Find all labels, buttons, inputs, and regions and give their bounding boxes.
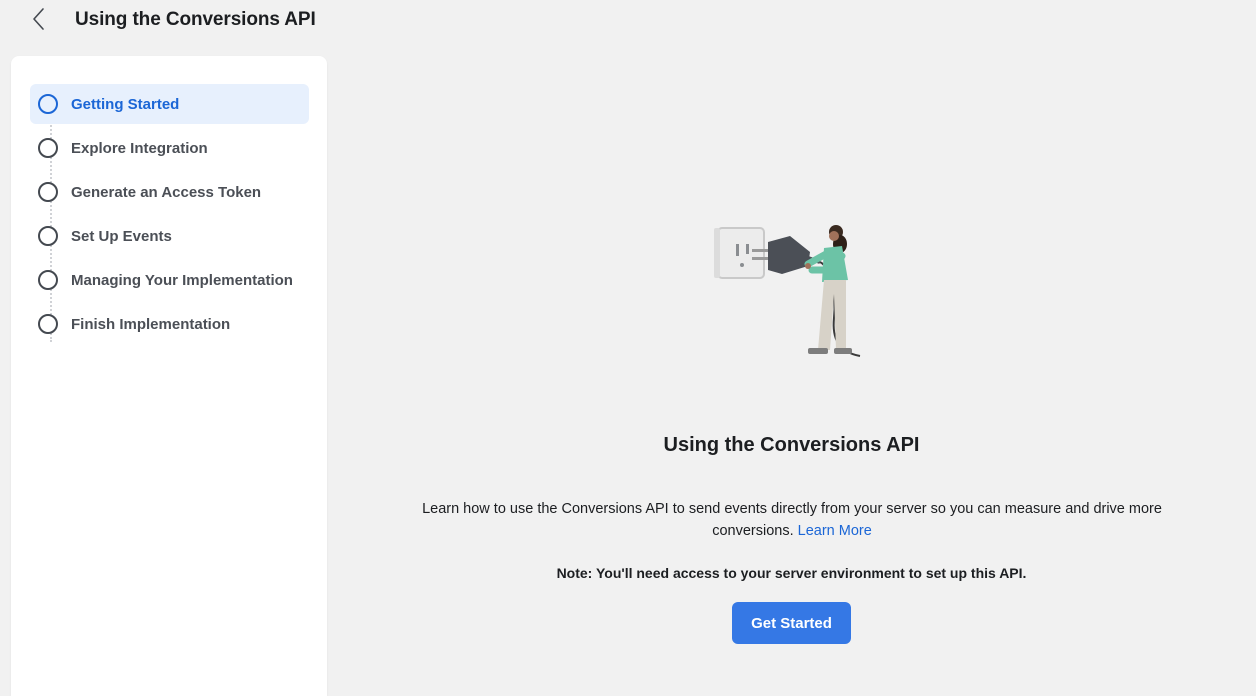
step-label: Set Up Events: [71, 227, 172, 245]
step-finish-implementation[interactable]: Finish Implementation: [30, 304, 309, 344]
step-set-up-events[interactable]: Set Up Events: [30, 216, 309, 256]
step-label: Explore Integration: [71, 139, 208, 157]
description-text: Learn how to use the Conversions API to …: [422, 501, 1162, 539]
person-plugging-cable-illustration: [712, 218, 872, 368]
chevron-left-icon: [31, 7, 45, 36]
step-generate-access-token[interactable]: Generate an Access Token: [30, 172, 309, 212]
step-status-circle-icon: [38, 226, 58, 246]
step-explore-integration[interactable]: Explore Integration: [30, 128, 309, 168]
step-label: Finish Implementation: [71, 315, 231, 333]
step-label: Managing Your Implementation: [71, 271, 293, 289]
description: Learn how to use the Conversions API to …: [417, 498, 1167, 542]
step-status-circle-icon: [38, 138, 58, 158]
learn-more-link[interactable]: Learn More: [798, 523, 872, 539]
step-status-circle-icon: [38, 314, 58, 334]
step-managing-implementation[interactable]: Managing Your Implementation: [30, 260, 309, 300]
top-bar: Using the Conversions API: [0, 0, 1256, 46]
hero-title: Using the Conversions API: [663, 434, 920, 456]
step-status-circle-icon: [38, 182, 58, 202]
step-getting-started[interactable]: Getting Started: [30, 84, 309, 124]
step-label: Generate an Access Token: [71, 183, 262, 201]
step-label: Getting Started: [71, 95, 180, 113]
step-status-circle-icon: [38, 94, 58, 114]
main-content: Using the Conversions API Learn how to u…: [327, 46, 1256, 682]
page-title: Using the Conversions API: [75, 9, 316, 30]
step-status-circle-icon: [38, 270, 58, 290]
get-started-button[interactable]: Get Started: [732, 602, 851, 644]
back-button[interactable]: [24, 6, 52, 36]
steps-sidebar: Getting Started Explore Integration Gene…: [11, 56, 327, 696]
step-list: Getting Started Explore Integration Gene…: [30, 84, 310, 348]
server-access-note: Note: You'll need access to your server …: [556, 565, 1027, 581]
